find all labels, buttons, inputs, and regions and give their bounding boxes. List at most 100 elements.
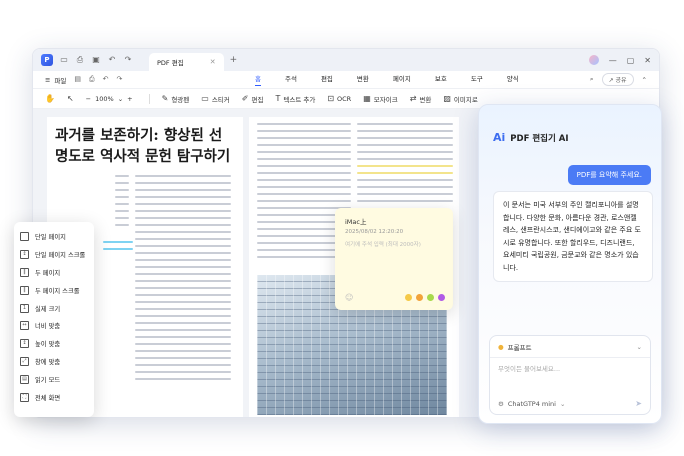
undo-small-icon[interactable]: ↶	[103, 75, 109, 84]
menu-tools[interactable]: 도구	[471, 73, 483, 86]
menu-page[interactable]: 페이지	[393, 73, 411, 86]
color-orange[interactable]	[416, 294, 423, 301]
menu-item-label: 높이 맞춤	[35, 341, 61, 349]
hand-icon: ✋	[45, 94, 55, 103]
fit-height-icon: ↕	[20, 339, 29, 349]
menu-item-two-scroll[interactable]: ‖ 두 페이지 스크롤	[14, 281, 94, 299]
menu-item-label: 너비 맞춤	[35, 323, 61, 331]
prompt-selector[interactable]: ● 프롬프트 ⌄	[498, 342, 642, 352]
menu-item-fit-width[interactable]: ↔ 너비 맞춤	[14, 317, 94, 335]
document-icon[interactable]: ▤	[74, 75, 81, 84]
color-yellow[interactable]	[405, 294, 412, 301]
single-scroll-icon: ↕	[20, 250, 29, 260]
search-icon[interactable]: ⌕	[590, 75, 594, 84]
ai-panel-header: Ai PDF 편집기 AI	[479, 105, 661, 144]
menu-forms[interactable]: 양식	[507, 73, 519, 86]
document-title: 과거를 보존하기: 향상된 선명도로 역사적 문헌 탐구하기	[55, 127, 231, 165]
menu-item-read-mode[interactable]: ▤ 읽기 모드	[14, 370, 94, 388]
model-icon: ⚙	[498, 399, 504, 408]
undo-icon[interactable]: ↶	[107, 55, 117, 65]
menu-item-full-screen[interactable]: ⛶ 전체 화면	[14, 388, 94, 406]
send-icon[interactable]: ➤	[635, 399, 642, 408]
minimize-icon[interactable]: —	[609, 56, 617, 65]
redo-small-icon[interactable]: ↷	[117, 75, 123, 84]
zoom-control[interactable]: − 100% ⌄ +	[86, 95, 133, 103]
menu-item-single-scroll[interactable]: ↕ 단일 페이지 스크롤	[14, 246, 94, 264]
note-input[interactable]: 여기에 주석 입력 (최대 2000자)	[345, 241, 443, 249]
chevron-down-icon: ⌄	[559, 399, 566, 408]
menu-protect[interactable]: 보호	[435, 73, 447, 86]
menu-item-fit-height[interactable]: ↕ 높이 맞춤	[14, 335, 94, 353]
user-message: PDF를 요약해 주세요.	[567, 165, 651, 185]
maximize-icon[interactable]: ▢	[627, 56, 635, 65]
menu-item-two-page[interactable]: ‖ 두 페이지	[14, 264, 94, 282]
sticky-note[interactable]: iMac上 2025/08/02 12:20:20 여기에 주석 입력 (최대 …	[335, 208, 453, 310]
prompt-footer: ⚙ ChatGTP4 mini ⌄ ➤	[498, 399, 642, 408]
sticker-icon: ▭	[201, 94, 209, 103]
zoom-in-icon[interactable]: +	[127, 95, 132, 103]
add-text-button[interactable]: T 텍스트 추가	[275, 94, 315, 104]
convert-label: 변환	[419, 95, 432, 104]
tab-document[interactable]: PDF 편집 ✕	[149, 53, 224, 71]
highlight-lines	[103, 241, 133, 255]
close-tab-icon[interactable]: ✕	[210, 58, 216, 66]
redo-icon[interactable]: ↷	[123, 55, 133, 65]
ai-chat-input[interactable]: 무엇이든 물어보세요...	[498, 363, 642, 373]
convert-button[interactable]: ⇄ 변환	[410, 94, 432, 104]
to-image-button[interactable]: ▨ 이미지로	[443, 94, 477, 104]
screenshot-stage: P ▭ ⎙ ▣ ↶ ↷ PDF 편집 ✕ + — ▢ ✕ ≡ 파일 ▤ ⎙ ↶ …	[0, 0, 684, 456]
chevron-down-icon: ⌄	[117, 94, 124, 103]
read-mode-icon: ▤	[20, 374, 29, 384]
divider	[490, 357, 650, 358]
menu-right: ⌕ ↗ 공유 ⌃	[590, 73, 647, 86]
ai-logo-icon: Ai	[493, 131, 506, 144]
image-icon: ▨	[443, 94, 451, 103]
add-text-label: 텍스트 추가	[283, 95, 316, 104]
prompt-icon: ●	[498, 343, 504, 351]
mosaic-button[interactable]: ▦ 모자이크	[363, 94, 397, 104]
open-file-icon[interactable]: ▭	[59, 55, 69, 65]
color-green[interactable]	[427, 294, 434, 301]
prompt-box: ● 프롬프트 ⌄ 무엇이든 물어보세요... ⚙ ChatGTP4 mini ⌄…	[489, 335, 651, 415]
quick-icons: ▤ ⎙ ↶ ↷	[74, 75, 122, 84]
main-menus: 홈 주석 편집 변환 페이지 보호 도구 양식	[255, 73, 519, 86]
cursor-icon: ↖	[66, 94, 74, 103]
ai-panel-title: PDF 편집기 AI	[510, 133, 569, 144]
select-tool[interactable]: ↖	[67, 94, 74, 103]
menu-home[interactable]: 홈	[255, 73, 261, 86]
single-page-icon	[20, 232, 29, 242]
app-logo-icon: P	[41, 54, 53, 66]
save-icon[interactable]: ▣	[91, 55, 101, 65]
menu-comment[interactable]: 주석	[285, 73, 297, 86]
menu-bar: ≡ 파일 ▤ ⎙ ↶ ↷ 홈 주석 편집 변환 페이지 보호 도구 양식 ⌕ ↗…	[33, 71, 659, 89]
menu-item-single-page[interactable]: 단일 페이지	[14, 228, 94, 246]
share-button[interactable]: ↗ 공유	[601, 73, 634, 86]
highlighter-button[interactable]: ✎ 형광펜	[162, 94, 190, 104]
zoom-out-icon[interactable]: −	[86, 95, 91, 103]
ocr-button[interactable]: ⊡ OCR	[327, 94, 351, 103]
menu-convert[interactable]: 변환	[357, 73, 369, 86]
emoji-icon[interactable]: ☺	[345, 293, 353, 302]
note-author: iMac上	[345, 218, 367, 226]
new-tab-icon[interactable]: +	[230, 55, 238, 65]
note-color-picker	[405, 294, 445, 301]
color-purple[interactable]	[438, 294, 445, 301]
close-window-icon[interactable]: ✕	[644, 56, 651, 65]
print-small-icon[interactable]: ⎙	[89, 75, 95, 84]
two-page-icon: ‖	[20, 267, 29, 277]
hand-tool[interactable]: ✋	[45, 94, 55, 103]
menu-item-label: 단일 페이지 스크롤	[35, 252, 86, 260]
sticker-button[interactable]: ▭ 스티커	[201, 94, 230, 104]
print-icon[interactable]: ⎙	[75, 55, 85, 65]
menu-item-actual-size[interactable]: 1 실제 크기	[14, 299, 94, 317]
menu-edit[interactable]: 편집	[321, 73, 333, 86]
menu-item-fit-window[interactable]: ⤢ 창에 맞춤	[14, 353, 94, 371]
chevron-up-icon[interactable]: ⌃	[642, 76, 647, 84]
ocr-label: OCR	[337, 94, 352, 103]
edit-button[interactable]: ✐ 편집	[242, 94, 264, 104]
menu-item-label: 창에 맞춤	[35, 358, 61, 366]
avatar[interactable]	[588, 55, 599, 65]
model-selector[interactable]: ChatGTP4 mini	[508, 400, 556, 408]
ai-assistant-panel: Ai PDF 편집기 AI PDF를 요약해 주세요. 이 문서는 미국 서부의…	[478, 104, 662, 424]
file-menu[interactable]: ≡ 파일	[45, 75, 66, 85]
